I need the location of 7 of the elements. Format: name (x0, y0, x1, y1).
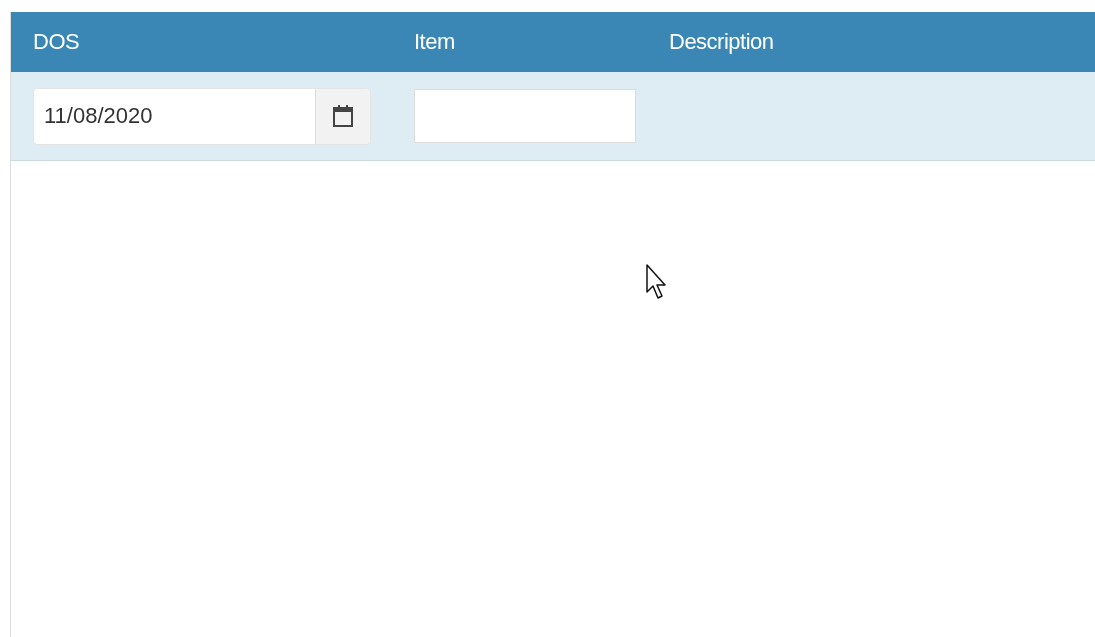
calendar-icon (333, 105, 353, 127)
column-header[interactable]: DOS (33, 29, 414, 55)
column-header[interactable]: Description (669, 29, 1095, 55)
column-header[interactable]: Item (414, 29, 669, 55)
calendar-button[interactable] (315, 88, 370, 144)
item-field[interactable] (414, 89, 636, 143)
date-field[interactable]: 11/08/2020 (33, 87, 371, 145)
